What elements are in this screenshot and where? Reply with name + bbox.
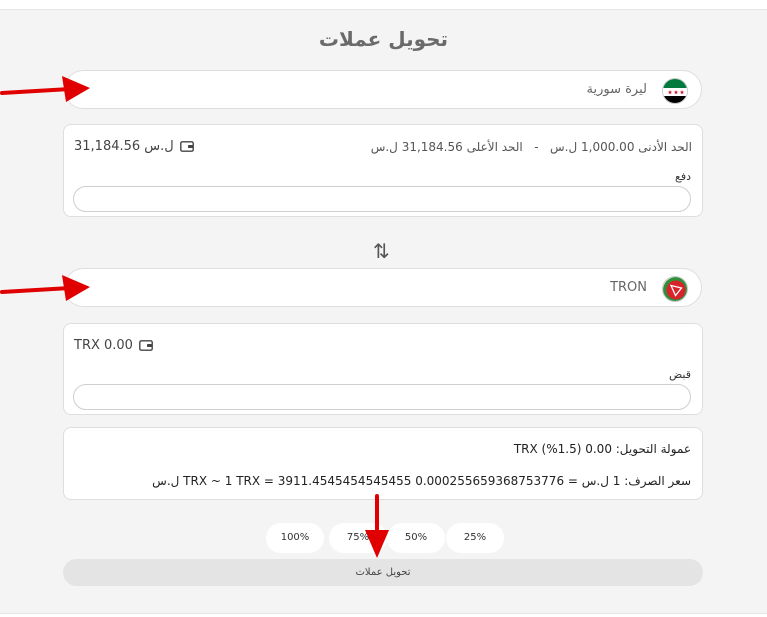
max-value: 31,184.56 ل.س (370, 140, 463, 154)
page-title: تحويل عملات (318, 27, 449, 51)
percent-50-button[interactable]: 50% (387, 523, 445, 553)
converter-panel: تحويل عملات ليرة سورية الحد الأدنى 1,000… (0, 9, 767, 614)
percent-75-button[interactable]: 75% (329, 523, 387, 553)
receive-balance-value: TRX 0.00 (74, 338, 133, 353)
receive-field-label: قبض (668, 368, 691, 381)
receive-balance: TRX 0.00 (74, 338, 153, 353)
syria-flag-icon (662, 78, 688, 104)
wallet-icon (179, 141, 194, 152)
from-currency-name: ليرة سورية (586, 82, 647, 97)
from-currency-selector[interactable]: ليرة سورية (64, 70, 702, 109)
swap-icon[interactable]: ⇅ (373, 239, 390, 263)
limits-text: الحد الأدنى 1,000.00 ل.س - الحد الأعلى 3… (371, 140, 692, 154)
percent-100-button[interactable]: 100% (266, 523, 324, 553)
min-value: 1,000.00 ل.س (550, 140, 635, 154)
commission-text: عمولة التحويل: 0.00 TRX (%1.5) (513, 442, 691, 456)
pay-amount-input[interactable] (73, 186, 691, 212)
tron-logo-icon (662, 276, 688, 302)
conversion-info-box: عمولة التحويل: 0.00 TRX (%1.5) سعر الصرف… (63, 427, 703, 500)
pay-box: الحد الأدنى 1,000.00 ل.س - الحد الأعلى 3… (63, 124, 703, 217)
to-currency-name: TRON (610, 280, 647, 295)
limits-separator: - (534, 140, 539, 154)
convert-submit-button[interactable]: تحويل عملات (63, 559, 703, 586)
pay-balance: 31,184.56 ل.س (74, 139, 194, 154)
receive-box: TRX 0.00 قبض (63, 323, 703, 415)
pay-field-label: دفع (674, 170, 691, 183)
receive-amount-input[interactable] (73, 384, 691, 410)
max-label: الحد الأعلى (466, 140, 523, 154)
wallet-icon (139, 340, 153, 351)
exchange-rate-text: سعر الصرف: 1 ل.س = 0.000255659368753776 … (152, 474, 691, 488)
percent-25-button[interactable]: 25% (446, 523, 504, 553)
pay-balance-value: 31,184.56 ل.س (74, 139, 174, 154)
to-currency-selector[interactable]: TRON (64, 268, 702, 307)
min-label: الحد الأدنى (638, 140, 692, 154)
